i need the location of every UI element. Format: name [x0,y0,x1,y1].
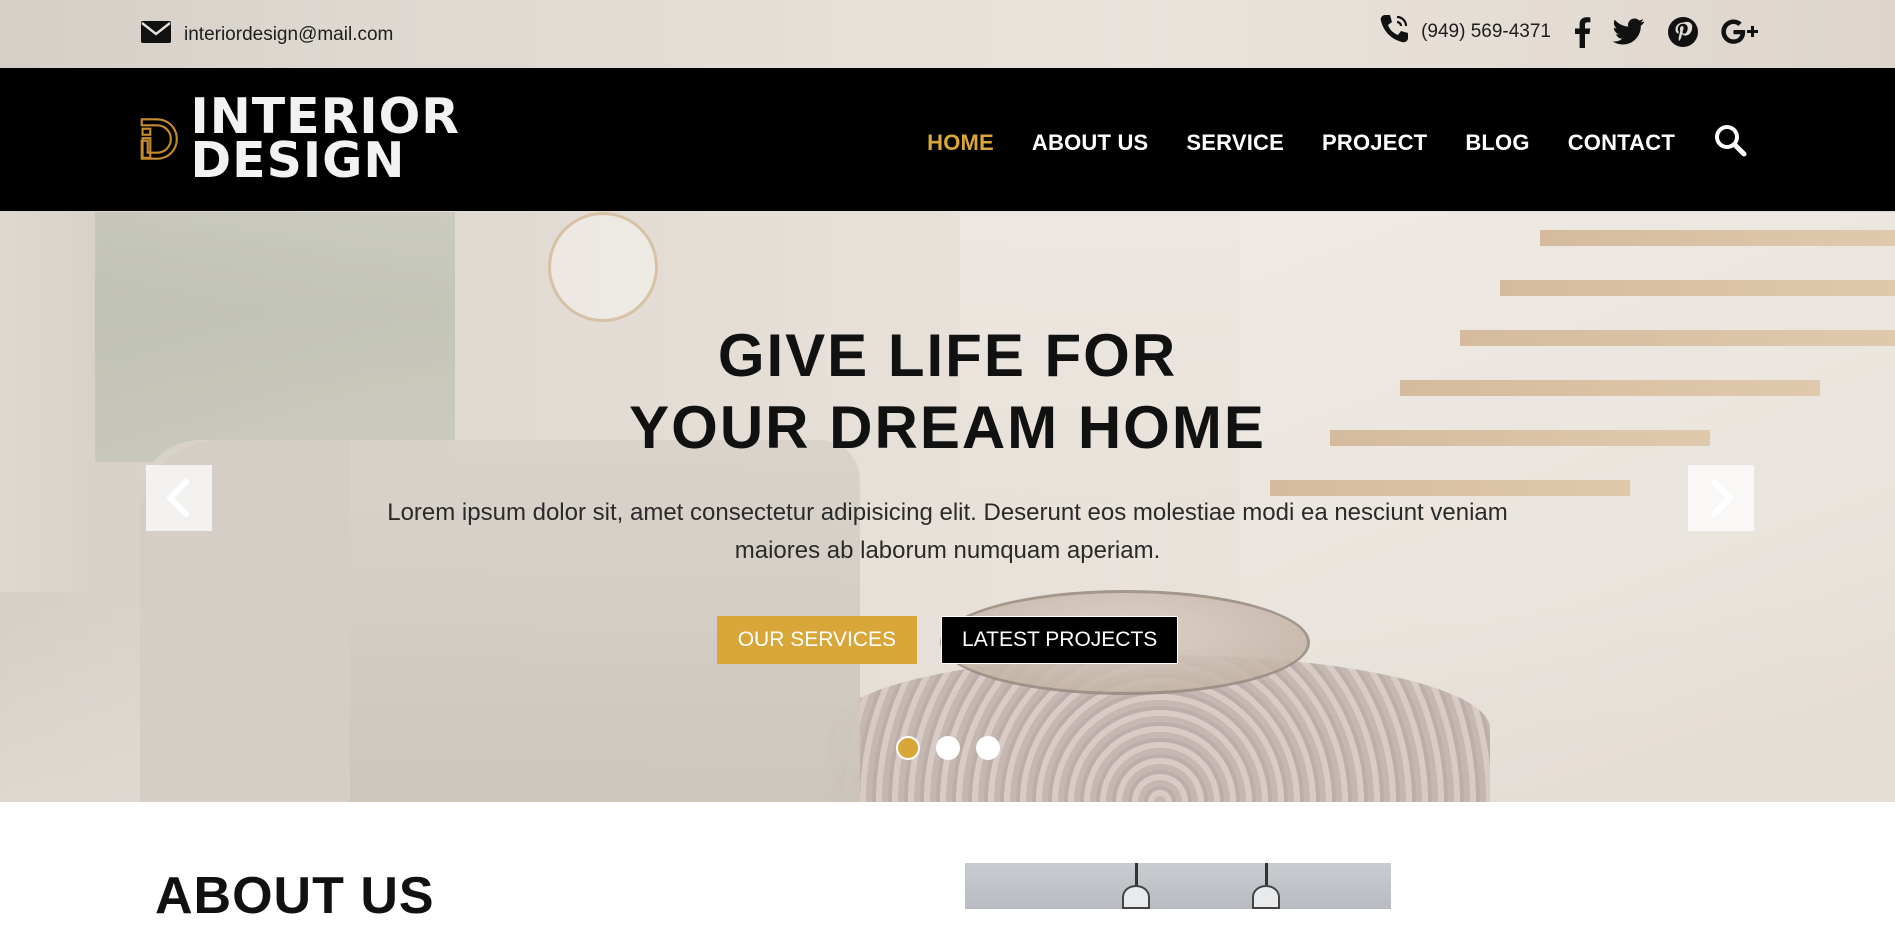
latest-projects-button[interactable]: LATEST PROJECTS [941,616,1179,664]
main-nav: HOME ABOUT US SERVICE PROJECT BLOG CONTA… [927,123,1747,162]
carousel-indicators [896,736,1000,760]
nav-contact[interactable]: CONTACT [1568,130,1675,156]
about-image [965,863,1391,909]
twitter-icon[interactable] [1613,18,1645,46]
search-icon[interactable] [1713,123,1747,162]
hero-slide-content: GIVE LIFE FOR YOUR DREAM HOME Lorem ipsu… [0,320,1895,664]
nav-about-us[interactable]: ABOUT US [1032,130,1149,156]
email-contact[interactable]: interiordesign@mail.com [140,20,393,50]
envelope-icon [140,20,172,50]
email-text[interactable]: interiordesign@mail.com [184,24,393,46]
carousel-next-button[interactable] [1688,465,1754,531]
nav-project[interactable]: PROJECT [1322,130,1427,156]
our-services-button[interactable]: OUR SERVICES [716,616,918,664]
phone-contact[interactable]: (949) 569-4371 [1377,12,1551,52]
chevron-left-icon [167,479,189,517]
hero-subtitle: Lorem ipsum dolor sit, amet consectetur … [387,499,1508,564]
main-navbar: INTERIOR DESIGN HOME ABOUT US SERVICE PR… [0,68,1895,211]
carousel-dot-2[interactable] [936,736,960,760]
phone-text[interactable]: (949) 569-4371 [1421,21,1551,43]
logo-line-2: DESIGN [190,132,406,189]
logo-wordmark: INTERIOR DESIGN [190,92,461,189]
pinterest-icon[interactable] [1667,16,1699,48]
top-contact-bar: interiordesign@mail.com (949) 569-4371 [0,0,1895,68]
hero-title-line-1: GIVE LIFE FOR [717,322,1178,389]
social-links [1573,16,1761,48]
hero-title-line-2: YOUR DREAM HOME [629,394,1266,461]
carousel-dot-1[interactable] [896,736,920,760]
nav-service[interactable]: SERVICE [1186,130,1284,156]
google-plus-icon[interactable] [1721,18,1761,46]
nav-blog[interactable]: BLOG [1465,130,1529,156]
hero-buttons: OUR SERVICES LATEST PROJECTS [0,616,1895,664]
carousel-prev-button[interactable] [146,465,212,531]
phone-icon [1377,12,1411,52]
facebook-icon[interactable] [1573,16,1591,48]
site-logo[interactable]: INTERIOR DESIGN [140,88,460,190]
nav-home[interactable]: HOME [927,130,994,156]
chevron-right-icon [1711,479,1733,517]
logo-mark-icon [140,118,178,160]
carousel-dot-3[interactable] [976,736,1000,760]
hero-title: GIVE LIFE FOR YOUR DREAM HOME [0,320,1895,464]
about-section-title: ABOUT US [155,867,435,925]
